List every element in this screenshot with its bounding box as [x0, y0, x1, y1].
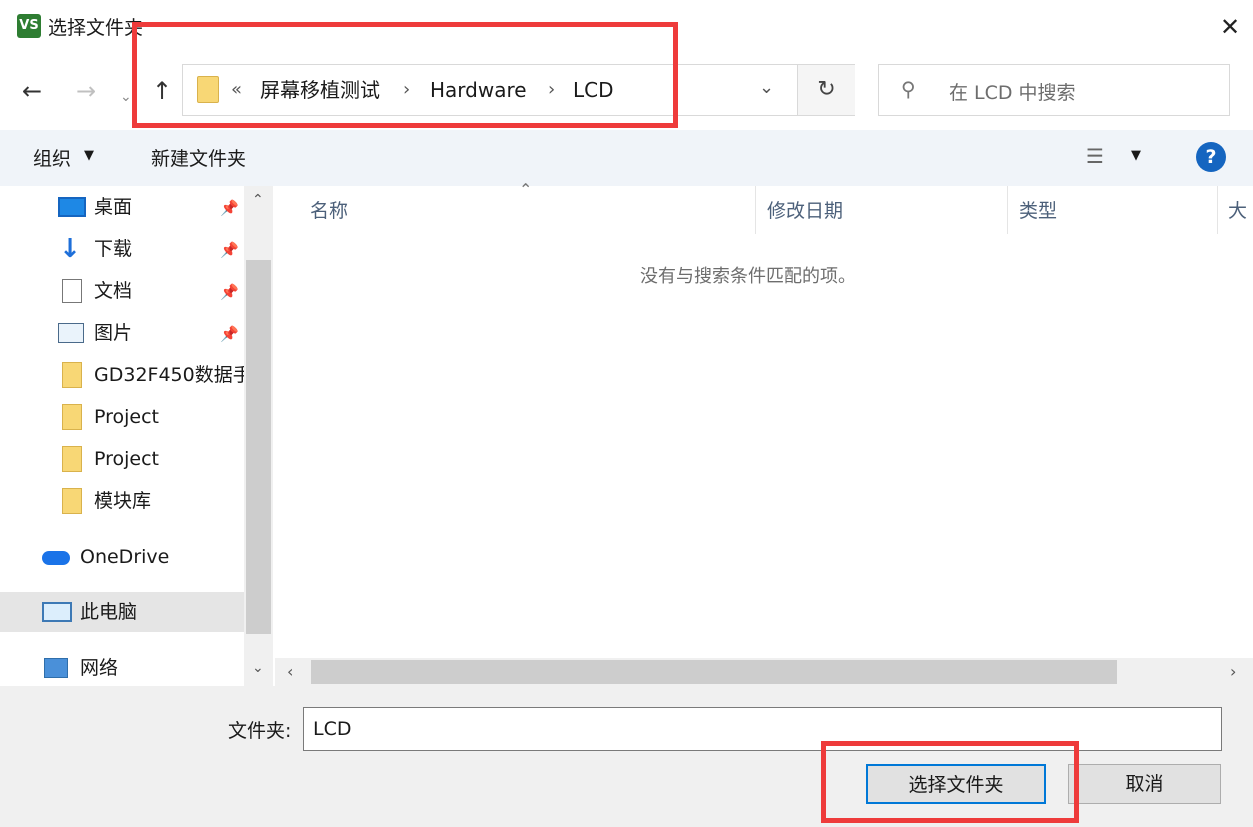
sidebar-item-module-library[interactable]: 模块库: [0, 481, 244, 521]
empty-message: 没有与搜索条件匹配的项。: [640, 266, 856, 287]
scrollbar-thumb[interactable]: [246, 260, 271, 634]
dialog-footer: 文件夹: LCD 选择文件夹 取消: [0, 686, 1253, 827]
sidebar-item-documents[interactable]: 文档 📌: [0, 271, 244, 311]
folder-name-input[interactable]: LCD: [303, 707, 1222, 751]
folder-icon: [197, 76, 219, 103]
sidebar-item-gd32-folder[interactable]: GD32F450数据手: [0, 355, 244, 395]
file-list: ⌃ 名称 修改日期 类型 大 没有与搜索条件匹配的项。 ‹ ›: [275, 180, 1253, 686]
back-button[interactable]: ←: [22, 76, 42, 106]
breadcrumb-separator[interactable]: ›: [403, 77, 410, 103]
sidebar-item-label: 图片: [94, 322, 133, 344]
sidebar-item-label: 文档: [94, 280, 133, 302]
help-icon[interactable]: ?: [1196, 142, 1226, 172]
recent-locations-button[interactable]: ⌄: [120, 82, 132, 112]
chevron-down-icon[interactable]: ▼: [84, 148, 94, 163]
navigation-pane: 桌面 📌 ↓ 下载 📌 文档 📌 图片 📌 GD32F450数据手 Projec…: [0, 186, 273, 686]
sidebar-item-label: 桌面: [94, 196, 133, 218]
address-dropdown-button[interactable]: ⌄: [759, 77, 774, 98]
folder-label: 文件夹:: [228, 720, 292, 742]
select-folder-button[interactable]: 选择文件夹: [866, 764, 1046, 804]
sidebar-item-label: 此电脑: [80, 601, 138, 623]
column-header-size[interactable]: 大: [1228, 196, 1253, 223]
navigation-bar: ← → ⌄ ↑ « 屏幕移植测试 › Hardware › LCD ⌄ ↻ ⚲ …: [0, 56, 1253, 126]
sidebar-item-desktop[interactable]: 桌面 📌: [0, 187, 244, 227]
forward-button[interactable]: →: [76, 76, 96, 106]
sidebar-item-onedrive[interactable]: OneDrive: [0, 537, 244, 577]
column-header-type[interactable]: 类型: [1019, 196, 1057, 223]
sidebar-item-network[interactable]: 网络: [0, 648, 244, 688]
search-box[interactable]: ⚲ 在 LCD 中搜索: [878, 64, 1230, 116]
up-button[interactable]: ↑: [152, 76, 172, 106]
breadcrumb-item[interactable]: 屏幕移植测试: [260, 77, 380, 103]
refresh-button[interactable]: ↻: [797, 65, 855, 115]
scroll-up-icon[interactable]: ⌃: [252, 192, 264, 208]
sidebar-item-downloads[interactable]: ↓ 下载 📌: [0, 229, 244, 269]
app-icon: VS: [17, 14, 41, 38]
pin-icon[interactable]: 📌: [220, 272, 239, 312]
sidebar-item-project[interactable]: Project: [0, 439, 244, 479]
this-pc-icon: [42, 602, 72, 622]
organize-button[interactable]: 组织: [33, 144, 71, 171]
column-header-date[interactable]: 修改日期: [767, 196, 843, 223]
scrollbar-thumb[interactable]: [311, 660, 1117, 684]
pin-icon[interactable]: 📌: [220, 188, 239, 228]
sidebar-scrollbar[interactable]: ⌃ ⌄: [244, 186, 273, 686]
command-toolbar: 组织 ▼ 新建文件夹 ☰ ▼ ?: [0, 130, 1253, 186]
scroll-left-icon[interactable]: ‹: [287, 662, 293, 681]
document-icon: [62, 279, 82, 303]
column-header-name[interactable]: 名称: [310, 196, 348, 223]
pin-icon[interactable]: 📌: [220, 314, 239, 354]
breadcrumb-item[interactable]: Hardware: [430, 77, 527, 103]
cancel-button[interactable]: 取消: [1068, 764, 1221, 804]
sidebar-item-label: Project: [94, 448, 160, 470]
folder-icon: [62, 446, 82, 472]
search-input[interactable]: 在 LCD 中搜索: [949, 78, 1076, 105]
breadcrumb-item[interactable]: LCD: [573, 77, 614, 103]
sort-ascending-icon: ⌃: [519, 180, 533, 199]
column-divider[interactable]: [755, 186, 756, 234]
folder-icon: [62, 488, 82, 514]
breadcrumb-overflow[interactable]: «: [231, 77, 242, 103]
folder-icon: [62, 362, 82, 388]
desktop-icon: [58, 197, 86, 217]
sidebar-item-label: OneDrive: [80, 546, 170, 568]
sidebar-item-label: 模块库: [94, 490, 152, 512]
window-title: 选择文件夹: [48, 17, 144, 39]
scroll-down-icon[interactable]: ⌄: [252, 660, 264, 676]
pictures-icon: [58, 323, 84, 343]
pin-icon[interactable]: 📌: [220, 230, 239, 270]
download-icon: ↓: [59, 234, 81, 264]
column-divider[interactable]: [1217, 186, 1218, 234]
search-icon: ⚲: [901, 77, 916, 101]
sidebar-item-label: GD32F450数据手: [94, 364, 244, 386]
sidebar-item-pictures[interactable]: 图片 📌: [0, 313, 244, 353]
sidebar-item-label: 下载: [94, 238, 133, 260]
chevron-down-icon[interactable]: ▼: [1131, 148, 1141, 163]
close-button[interactable]: ✕: [1207, 0, 1253, 56]
folder-icon: [62, 404, 82, 430]
column-divider[interactable]: [1007, 186, 1008, 234]
address-bar[interactable]: « 屏幕移植测试 › Hardware › LCD ⌄ ↻: [182, 64, 855, 116]
sidebar-item-this-pc[interactable]: 此电脑: [0, 592, 244, 632]
horizontal-scrollbar[interactable]: ‹ ›: [275, 658, 1253, 686]
sidebar-item-project[interactable]: Project: [0, 397, 244, 437]
breadcrumb-separator[interactable]: ›: [548, 77, 555, 103]
new-folder-button[interactable]: 新建文件夹: [151, 144, 246, 171]
network-icon: [44, 658, 68, 678]
view-options-icon[interactable]: ☰: [1086, 144, 1104, 168]
title-bar: VS 选择文件夹 ✕: [0, 0, 1253, 56]
sidebar-item-label: 网络: [80, 657, 119, 679]
onedrive-icon: [42, 551, 70, 565]
scroll-right-icon[interactable]: ›: [1230, 662, 1236, 681]
sidebar-item-label: Project: [94, 406, 160, 428]
